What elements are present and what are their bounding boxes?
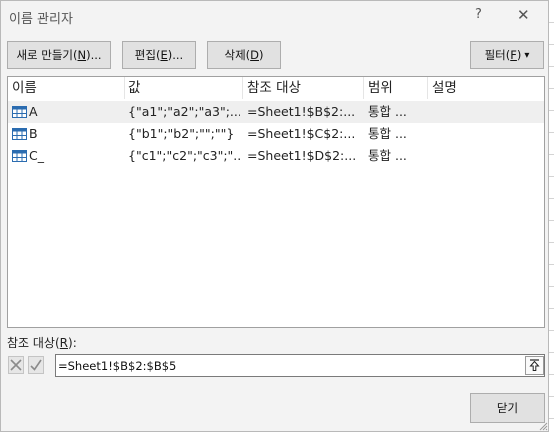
delete-button-key: D <box>250 48 259 62</box>
new-button-label: 새로 만들기( <box>16 48 78 62</box>
close-button[interactable]: 닫기 <box>470 393 545 423</box>
row-refers-to: =Sheet1!$D$2:... <box>247 148 357 163</box>
column-divider[interactable] <box>363 77 364 99</box>
row-comment <box>432 123 532 145</box>
column-header-scope[interactable]: 범위 <box>368 77 393 99</box>
filter-button-suffix: ) <box>516 48 522 62</box>
new-button-key: N <box>77 48 87 62</box>
help-button[interactable]: ? <box>475 7 482 22</box>
names-list[interactable]: 이름 값 참조 대상 범위 설명 A {"a1";"a2";"a3";... =… <box>7 76 545 328</box>
row-refers-to: =Sheet1!$C$2:... <box>247 126 356 141</box>
list-row[interactable]: C_ {"c1";"c2";"c3";"... =Sheet1!$D$2:...… <box>8 145 544 167</box>
list-row[interactable]: B {"b1";"b2";"";""} =Sheet1!$C$2:... 통합 … <box>8 123 544 145</box>
column-header-comment[interactable]: 설명 <box>432 77 457 99</box>
refers-to-label-suffix: ): <box>68 336 77 350</box>
row-name: B <box>29 126 38 141</box>
collapse-dialog-icon[interactable] <box>525 356 544 375</box>
close-icon[interactable]: ✕ <box>517 6 530 24</box>
row-value: {"c1";"c2";"c3";"... <box>128 148 240 163</box>
column-divider[interactable] <box>427 77 428 99</box>
title-bar[interactable]: 이름 관리자 ? ✕ <box>1 1 548 34</box>
delete-button-suffix: ) <box>259 48 264 62</box>
refers-to-label-text: 참조 대상( <box>7 336 60 350</box>
filter-button[interactable]: 필터(F) ▾ <box>470 41 544 69</box>
refers-to-label-key: R <box>59 336 69 350</box>
edit-button-key: E <box>160 48 168 62</box>
table-icon <box>12 128 27 140</box>
dialog-title: 이름 관리자 <box>9 12 73 27</box>
row-scope: 통합 ... <box>368 126 407 141</box>
edit-button-label: 편집( <box>134 48 161 62</box>
dropdown-arrow-icon: ▾ <box>524 49 530 61</box>
row-scope: 통합 ... <box>368 104 407 119</box>
table-icon <box>12 150 27 162</box>
refers-to-input[interactable] <box>58 355 518 376</box>
delete-button-label: 삭제( <box>224 48 251 62</box>
column-divider[interactable] <box>124 77 125 99</box>
close-button-label: 닫기 <box>496 401 519 415</box>
cancel-x-icon[interactable] <box>8 356 24 374</box>
list-header: 이름 값 참조 대상 범위 설명 <box>8 77 544 99</box>
edit-button-suffix: )... <box>167 48 184 62</box>
list-row[interactable]: A {"a1";"a2";"a3";... =Sheet1!$B$2:... 통… <box>8 101 544 123</box>
table-icon <box>12 106 27 118</box>
refers-to-field[interactable] <box>55 354 545 377</box>
row-comment <box>432 145 532 167</box>
row-refers-to: =Sheet1!$B$2:... <box>247 104 356 119</box>
column-header-value[interactable]: 값 <box>128 77 140 99</box>
row-comment <box>432 101 532 123</box>
row-name: A <box>29 104 38 119</box>
name-manager-dialog: 이름 관리자 ? ✕ 새로 만들기(N)... 편집(E)... 삭제(D) 필… <box>0 0 549 432</box>
edit-button[interactable]: 편집(E)... <box>122 41 196 69</box>
new-button-suffix: )... <box>86 48 102 62</box>
row-scope: 통합 ... <box>368 148 407 163</box>
resize-grip-icon[interactable] <box>538 421 548 431</box>
row-value: {"b1";"b2";"";""} <box>128 126 235 141</box>
filter-button-label: 필터( <box>484 48 511 62</box>
column-header-name[interactable]: 이름 <box>12 77 37 99</box>
new-button[interactable]: 새로 만들기(N)... <box>7 41 111 69</box>
refers-to-label: 참조 대상(R): <box>7 334 77 351</box>
confirm-check-icon[interactable] <box>28 356 44 374</box>
column-header-refers-to[interactable]: 참조 대상 <box>247 77 301 99</box>
row-name: C_ <box>29 148 44 163</box>
row-value: {"a1";"a2";"a3";... <box>128 104 240 119</box>
filter-button-key: F <box>510 48 517 62</box>
column-divider[interactable] <box>242 77 243 99</box>
delete-button[interactable]: 삭제(D) <box>207 41 281 69</box>
